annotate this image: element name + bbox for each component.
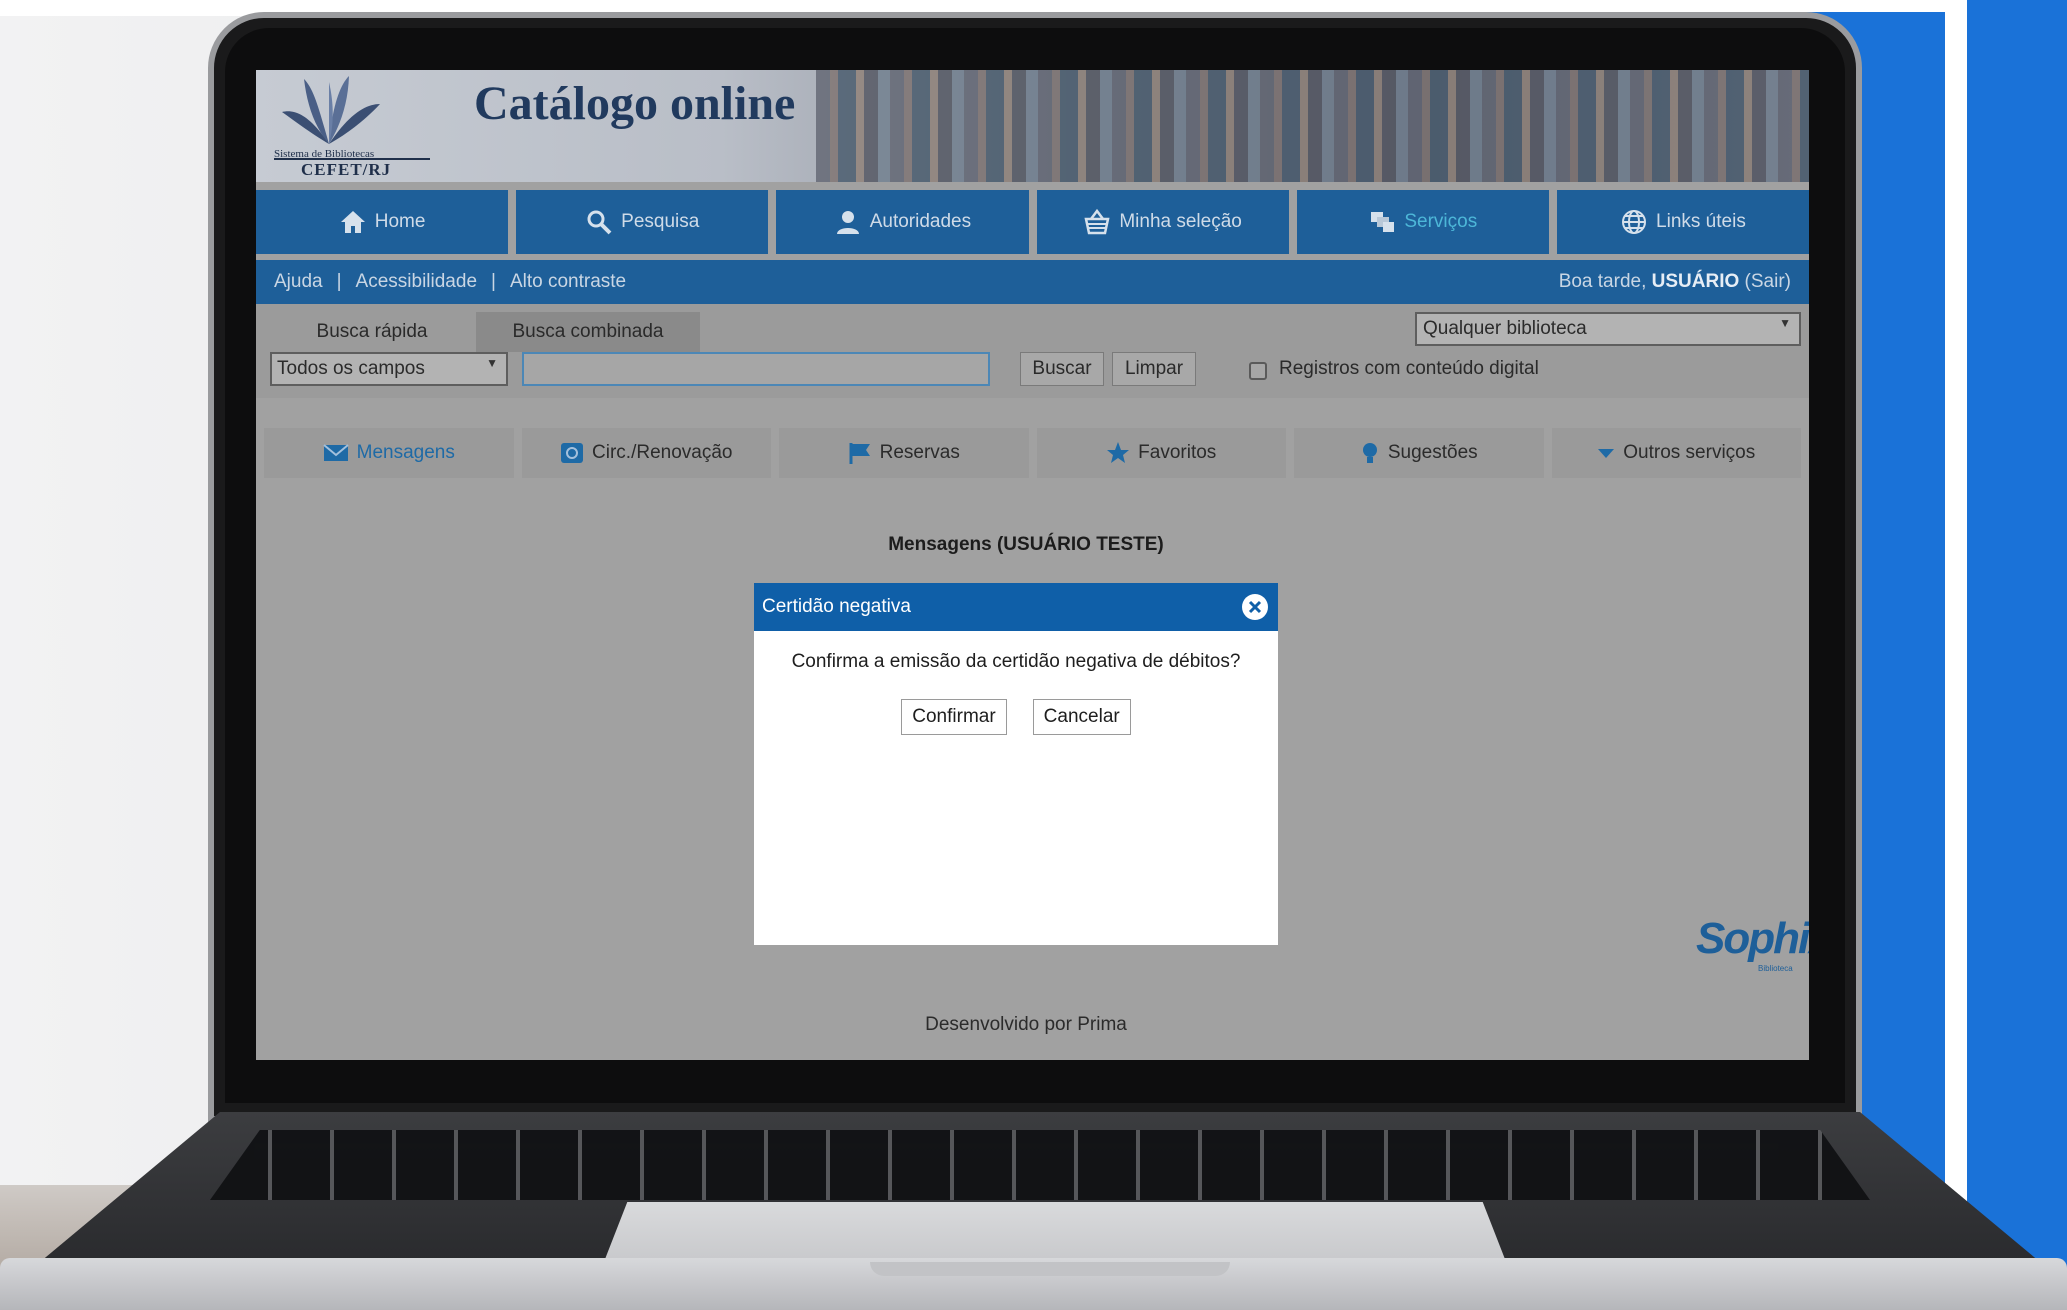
tab-mensagens[interactable]: Mensagens [264, 428, 514, 478]
caret-down-icon [1598, 449, 1615, 458]
services-icon [1371, 212, 1395, 232]
messages-heading: Mensagens (USUÁRIO TESTE) [888, 534, 1164, 555]
library-select-value: Qualquer biblioteca [1423, 318, 1587, 339]
chevron-down-icon: ▼ [486, 356, 498, 370]
envelope-icon [322, 444, 349, 461]
nav-links-uteis[interactable]: Links úteis [1556, 190, 1809, 254]
field-select-value: Todos os campos [277, 358, 425, 379]
logo-name: CEFET/RJ [301, 160, 392, 179]
digital-content-label: Registros com conteúdo digital [1279, 358, 1539, 379]
user-greeting: Boa tarde, USUÁRIO (Sair) [1559, 271, 1791, 293]
tab-sugestoes-label: Sugestões [1387, 442, 1478, 463]
star-icon [1107, 442, 1130, 463]
utility-bar: Ajuda | Acessibilidade | Alto contraste … [256, 260, 1809, 304]
help-link[interactable]: Ajuda [274, 271, 323, 293]
dialog-body: Confirma a emissão da certidão negativa … [754, 631, 1278, 735]
tab-outros-servicos[interactable]: Outros serviços [1551, 428, 1801, 478]
tab-favoritos[interactable]: Favoritos [1036, 428, 1286, 478]
basket-icon [1084, 208, 1110, 235]
nav-pesquisa[interactable]: Pesquisa [516, 190, 769, 254]
digital-content-checkbox[interactable] [1249, 362, 1267, 380]
sophia-logo-subtitle: Biblioteca [1758, 964, 1793, 973]
laptop-notch [870, 1262, 1230, 1276]
nav-home-label: Home [374, 211, 426, 232]
lightbulb-icon [1362, 443, 1377, 463]
library-select[interactable]: Qualquer biblioteca ▼ [1415, 312, 1801, 346]
tab-mensagens-label: Mensagens [356, 442, 455, 463]
field-select[interactable]: Todos os campos ▼ [270, 352, 508, 386]
tab-reservas-label: Reservas [879, 442, 960, 463]
search-input[interactable] [522, 352, 990, 386]
flag-icon [849, 443, 870, 464]
dialog-header: Certidão negativa [754, 583, 1278, 631]
dialog-buttons: Confirmar Cancelar [754, 699, 1278, 735]
close-x-glyph [1248, 600, 1262, 614]
site-header: Sistema de Bibliotecas CEFET/RJ Catálogo… [256, 70, 1809, 182]
site-title: Catálogo online [474, 77, 796, 130]
main-nav: Home Pesquisa Autoridades Minha seleção … [256, 190, 1809, 254]
services-tabs: Mensagens Circ./Renovação Reservas Favor… [256, 428, 1809, 478]
tab-circulacao-label: Circ./Renovação [592, 442, 733, 463]
background-white-strip [1945, 0, 1967, 1310]
search-icon [587, 210, 612, 235]
tab-combined-search[interactable]: Busca combinada [476, 312, 700, 352]
certidao-dialog: Certidão negativa Confirma a emissão da … [754, 583, 1278, 945]
tab-circulacao[interactable]: Circ./Renovação [521, 428, 771, 478]
logo-subtitle: Sistema de Bibliotecas [274, 148, 375, 160]
screen: Sistema de Bibliotecas CEFET/RJ Catálogo… [256, 70, 1809, 1060]
renew-icon [561, 443, 584, 463]
home-icon [340, 211, 365, 233]
user-name: USUÁRIO [1651, 271, 1740, 292]
nav-servicos[interactable]: Serviços [1296, 190, 1549, 254]
globe-icon [1622, 210, 1647, 234]
nav-minha-selecao[interactable]: Minha seleção [1036, 190, 1289, 254]
nav-servicos-label: Serviços [1404, 211, 1478, 232]
nav-minha-selecao-label: Minha seleção [1119, 211, 1242, 232]
high-contrast-link[interactable]: Alto contraste [510, 271, 626, 293]
greeting-text: Boa tarde, [1558, 271, 1647, 292]
clear-button[interactable]: Limpar [1112, 352, 1196, 386]
nav-pesquisa-label: Pesquisa [621, 211, 700, 232]
sophia-logo: SophiA [1696, 914, 1809, 963]
nav-autoridades-label: Autoridades [869, 211, 972, 232]
tab-sugestoes[interactable]: Sugestões [1294, 428, 1544, 478]
search-button[interactable]: Buscar [1020, 352, 1104, 386]
accessibility-link[interactable]: Acessibilidade [356, 271, 477, 293]
search-panel: Busca rápida Busca combinada Qualquer bi… [256, 304, 1809, 398]
separator: | [336, 271, 342, 292]
background-blue-top [1182, 0, 1945, 12]
nav-autoridades[interactable]: Autoridades [776, 190, 1029, 254]
cancel-button[interactable]: Cancelar [1032, 699, 1131, 735]
separator: | [491, 271, 496, 292]
tab-favoritos-label: Favoritos [1138, 442, 1217, 463]
background-blue-panel-right [1967, 0, 2067, 1310]
close-icon[interactable] [1242, 594, 1268, 620]
person-icon [836, 211, 859, 234]
header-books-banner [816, 70, 1809, 182]
tab-quick-search[interactable]: Busca rápida [270, 312, 474, 352]
laptop-keyboard [210, 1130, 1870, 1200]
footer-credit: Desenvolvido por Prima [925, 1014, 1127, 1035]
nav-links-uteis-label: Links úteis [1656, 211, 1746, 232]
confirm-button[interactable]: Confirmar [901, 699, 1007, 735]
dialog-title: Certidão negativa [762, 596, 911, 617]
logout-link[interactable]: (Sair) [1745, 271, 1791, 292]
chevron-down-icon: ▼ [1779, 316, 1791, 330]
tab-outros-servicos-label: Outros serviços [1623, 442, 1756, 463]
dialog-question: Confirma a emissão da certidão negativa … [791, 651, 1241, 672]
nav-home[interactable]: Home [256, 190, 509, 254]
library-logo-icon [282, 76, 380, 144]
tab-reservas[interactable]: Reservas [779, 428, 1029, 478]
